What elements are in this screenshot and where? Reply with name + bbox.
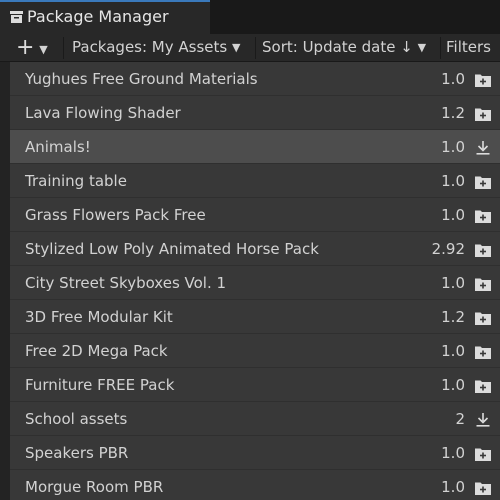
package-version: 2.92 xyxy=(431,240,465,258)
import-folder-icon[interactable] xyxy=(475,72,491,87)
package-version: 1.0 xyxy=(441,376,465,394)
package-name: Stylized Low Poly Animated Horse Pack xyxy=(25,240,319,258)
tab-bar: Package Manager xyxy=(0,0,500,34)
package-name: Training table xyxy=(25,172,127,190)
package-name: Lava Flowing Shader xyxy=(25,104,181,122)
sort-dropdown[interactable]: Sort: Update date ↓ ▼ xyxy=(262,34,426,61)
import-folder-icon[interactable] xyxy=(475,480,491,495)
package-name: City Street Skyboxes Vol. 1 xyxy=(25,274,227,292)
tab-package-manager[interactable]: Package Manager xyxy=(0,0,210,34)
package-version: 1.0 xyxy=(441,206,465,224)
package-row[interactable]: School assets 2 xyxy=(10,402,500,436)
package-name: Furniture FREE Pack xyxy=(25,376,175,394)
package-row[interactable]: Speakers PBR 1.0 xyxy=(10,436,500,470)
package-row[interactable]: Animals! 1.0 xyxy=(10,130,500,164)
package-version: 1.0 xyxy=(441,478,465,496)
package-version: 1.2 xyxy=(441,104,465,122)
toolbar-divider xyxy=(255,37,256,59)
package-row[interactable]: Yughues Free Ground Materials 1.0 xyxy=(10,62,500,96)
toolbar-divider xyxy=(440,37,441,59)
tab-title: Package Manager xyxy=(27,7,169,26)
package-name: School assets xyxy=(25,410,128,428)
filters-dropdown[interactable]: Filters xyxy=(446,34,491,61)
package-name: Speakers PBR xyxy=(25,444,129,462)
package-version: 1.0 xyxy=(441,138,465,156)
package-name: Morgue Room PBR xyxy=(25,478,164,496)
package-version: 1.0 xyxy=(441,172,465,190)
toolbar: + ▼ Packages: My Assets ▼ Sort: Update d… xyxy=(0,34,500,62)
import-folder-icon[interactable] xyxy=(475,378,491,393)
package-version: 1.0 xyxy=(441,342,465,360)
package-row[interactable]: Lava Flowing Shader 1.2 xyxy=(10,96,500,130)
plus-icon: + xyxy=(16,35,35,60)
package-version: 1.0 xyxy=(441,444,465,462)
left-gutter xyxy=(0,62,10,500)
packages-dropdown-label: Packages: My Assets xyxy=(72,38,228,56)
package-row[interactable]: City Street Skyboxes Vol. 1 1.0 xyxy=(10,266,500,300)
package-version: 1.0 xyxy=(441,274,465,292)
package-name: Grass Flowers Pack Free xyxy=(25,206,206,224)
package-row[interactable]: Morgue Room PBR 1.0 xyxy=(10,470,500,500)
import-folder-icon[interactable] xyxy=(475,242,491,257)
package-name: Yughues Free Ground Materials xyxy=(25,70,258,88)
download-icon[interactable] xyxy=(475,140,491,155)
package-name: 3D Free Modular Kit xyxy=(25,308,173,326)
package-name: Free 2D Mega Pack xyxy=(25,342,168,360)
package-manager-window: Package Manager + ▼ Packages: My Assets … xyxy=(0,0,500,500)
package-list[interactable]: Yughues Free Ground Materials 1.0 Lava Flo… xyxy=(10,62,500,500)
package-row[interactable]: Stylized Low Poly Animated Horse Pack 2.9… xyxy=(10,232,500,266)
packages-dropdown[interactable]: Packages: My Assets ▼ xyxy=(72,34,240,61)
package-name: Animals! xyxy=(25,138,91,156)
package-version: 2 xyxy=(455,410,465,428)
sort-dropdown-label: Sort: Update date ↓ xyxy=(262,38,413,56)
import-folder-icon[interactable] xyxy=(475,276,491,291)
chevron-down-icon: ▼ xyxy=(232,41,241,54)
import-folder-icon[interactable] xyxy=(475,208,491,223)
package-row[interactable]: Free 2D Mega Pack 1.0 xyxy=(10,334,500,368)
chevron-down-icon: ▼ xyxy=(39,43,48,56)
filters-dropdown-label: Filters xyxy=(446,38,491,56)
import-folder-icon[interactable] xyxy=(475,106,491,121)
download-icon[interactable] xyxy=(475,412,491,427)
add-package-button[interactable]: + ▼ xyxy=(16,34,48,61)
chevron-down-icon: ▼ xyxy=(417,41,427,54)
package-version: 1.2 xyxy=(441,308,465,326)
import-folder-icon[interactable] xyxy=(475,310,491,325)
toolbar-divider xyxy=(63,37,64,59)
package-manager-icon xyxy=(10,11,23,23)
package-row[interactable]: 3D Free Modular Kit 1.2 xyxy=(10,300,500,334)
package-version: 1.0 xyxy=(441,70,465,88)
package-row[interactable]: Grass Flowers Pack Free 1.0 xyxy=(10,198,500,232)
import-folder-icon[interactable] xyxy=(475,446,491,461)
import-folder-icon[interactable] xyxy=(475,174,491,189)
package-row[interactable]: Training table 1.0 xyxy=(10,164,500,198)
package-row[interactable]: Furniture FREE Pack 1.0 xyxy=(10,368,500,402)
import-folder-icon[interactable] xyxy=(475,344,491,359)
